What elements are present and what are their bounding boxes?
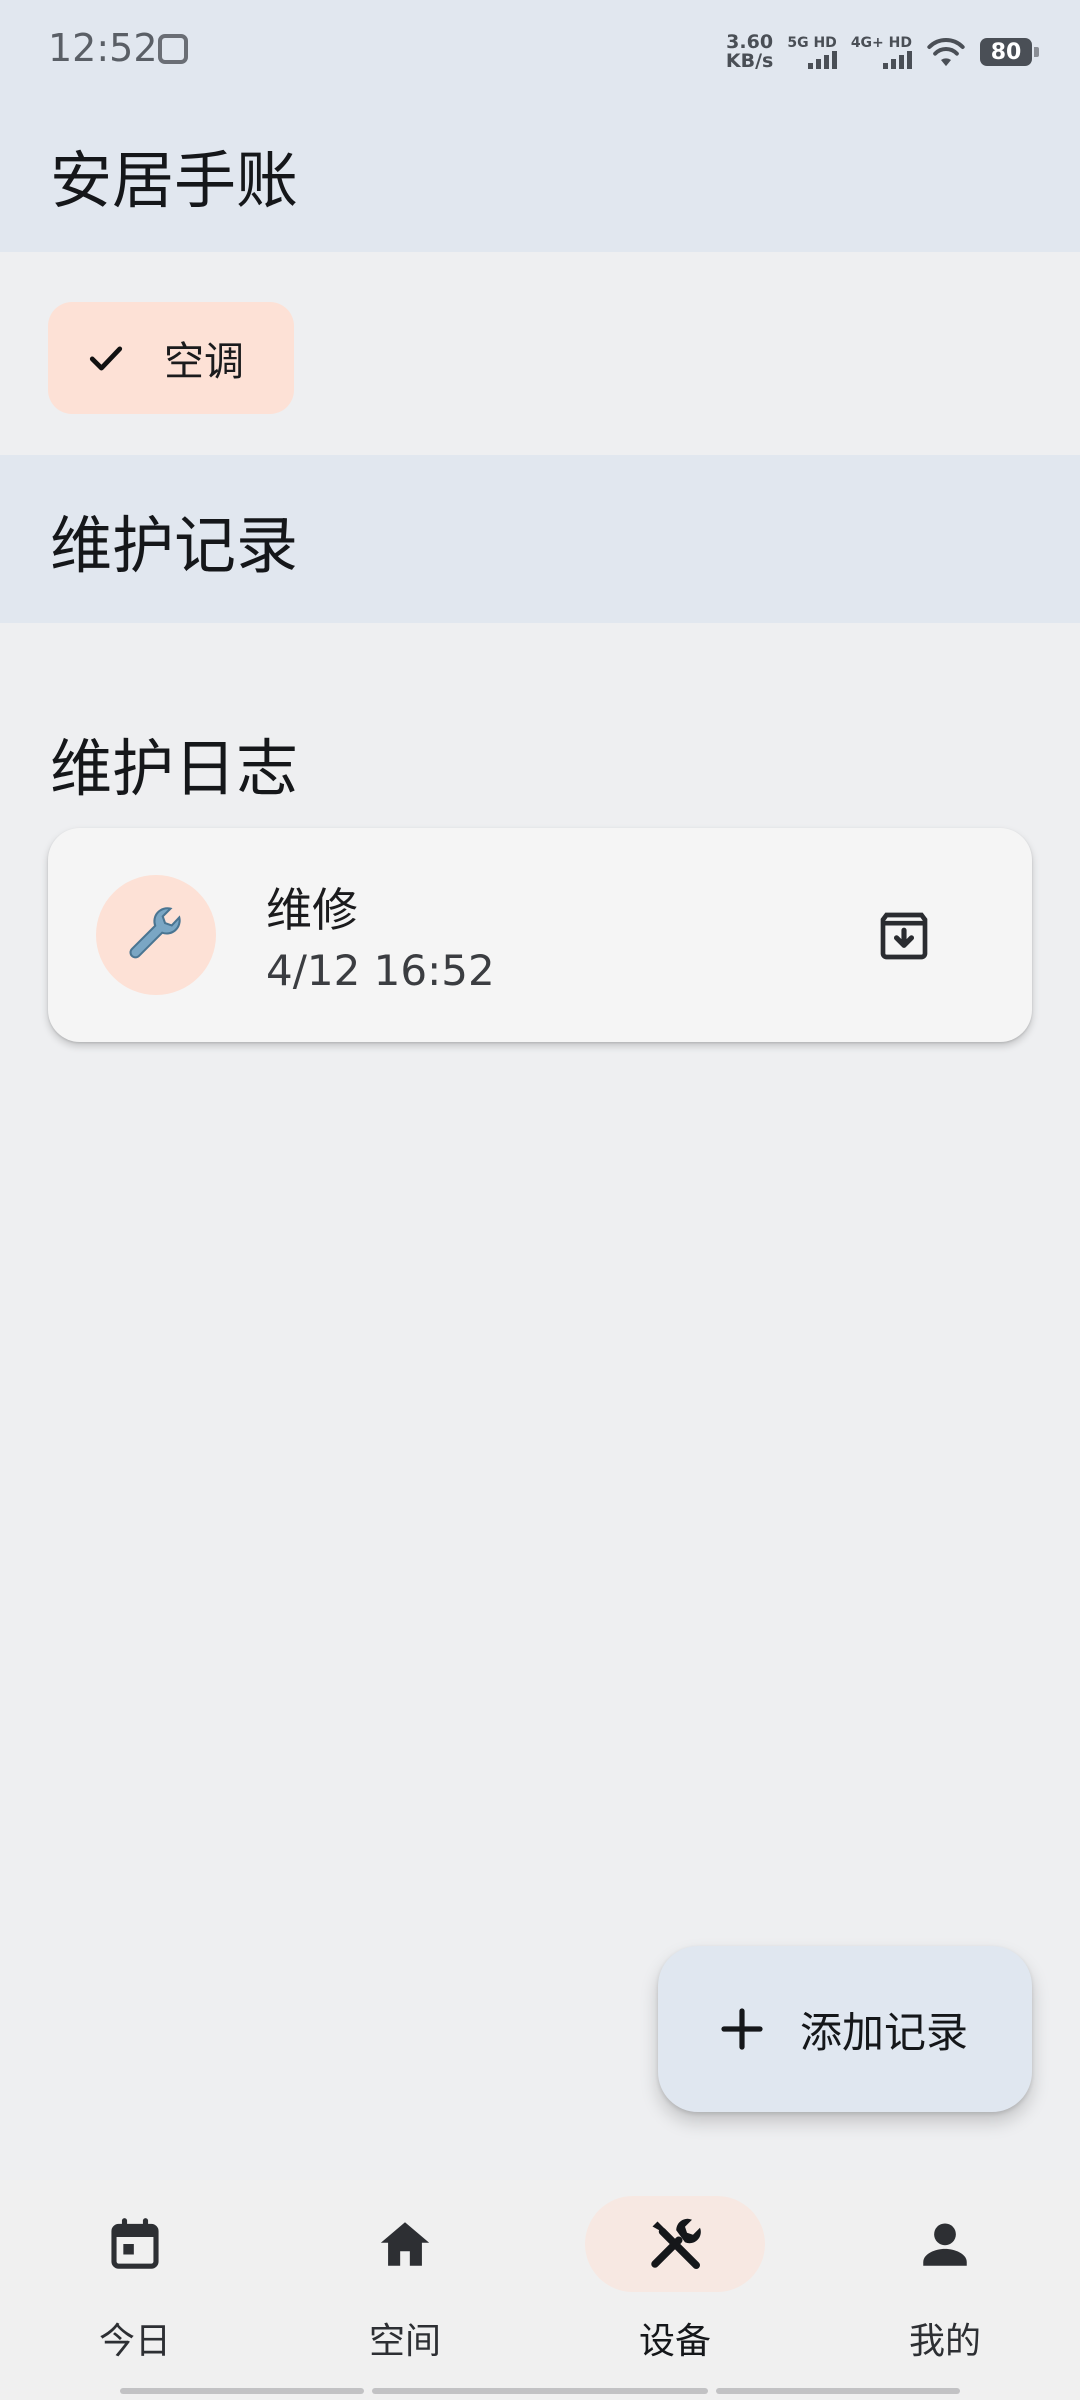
archive-icon[interactable] xyxy=(876,908,932,964)
check-icon xyxy=(89,346,123,371)
log-avatar xyxy=(96,875,216,995)
battery-icon: 80 xyxy=(980,38,1039,66)
gesture-handle-center xyxy=(372,2388,708,2394)
chip-label: 空调 xyxy=(164,339,244,385)
person-icon xyxy=(923,2223,967,2266)
nav-item-today[interactable]: 今日 xyxy=(0,2180,270,2370)
nav-item-mine[interactable]: 我的 xyxy=(810,2180,1080,2370)
gesture-handle-left xyxy=(120,2388,364,2394)
tools-icon xyxy=(651,2218,701,2269)
log-card[interactable]: 维修 4/12 16:52 xyxy=(48,828,1032,1042)
nav-label-space: 空间 xyxy=(368,2321,441,2362)
network-speed-unit: KB/s xyxy=(725,50,774,72)
app-header: 安居手账 xyxy=(0,100,1080,252)
home-icon xyxy=(380,2222,430,2266)
add-record-label: 添加记录 xyxy=(800,2007,969,2057)
network-speed: 3.60 KB/s xyxy=(726,33,773,71)
log-section-title: 维护日志 xyxy=(50,732,299,805)
log-item-title: 维修 xyxy=(266,883,358,937)
nav-item-space[interactable]: 空间 xyxy=(270,2180,540,2370)
device-filter-chip[interactable]: 空调 xyxy=(48,302,294,414)
status-bar: 12:52 3.60 KB/s 5G HD 4G+ HD 80 xyxy=(0,0,1080,100)
bottom-navigation: 今日 空间 设备 我的 xyxy=(0,2180,1080,2400)
wrench-icon xyxy=(129,907,181,959)
section-header: 维护记录 xyxy=(0,455,1080,623)
sim2-label: 4G+ HD xyxy=(850,35,912,51)
plus-icon xyxy=(721,2008,763,2050)
status-indicators: 3.60 KB/s 5G HD 4G+ HD 80 xyxy=(726,28,1039,76)
sim1-signal: 5G HD xyxy=(787,35,837,69)
sim1-label: 5G HD xyxy=(787,35,837,51)
app-notification-icon xyxy=(158,34,188,64)
nav-item-devices[interactable]: 设备 xyxy=(540,2180,810,2370)
section-title: 维护记录 xyxy=(50,509,299,582)
sim2-signal-icon xyxy=(883,51,912,69)
nav-label-today: 今日 xyxy=(98,2321,171,2362)
add-record-button[interactable]: 添加记录 xyxy=(658,1946,1032,2112)
status-time: 12:52 xyxy=(48,26,158,70)
calendar-icon xyxy=(111,2218,159,2269)
nav-label-devices: 设备 xyxy=(638,2321,711,2362)
sim1-signal-icon xyxy=(807,51,837,69)
sim2-signal: 4G+ HD xyxy=(851,35,912,69)
nav-label-mine: 我的 xyxy=(908,2321,981,2362)
wifi-icon xyxy=(927,38,965,67)
gesture-handle-right xyxy=(716,2388,960,2394)
battery-level: 80 xyxy=(990,39,1022,65)
page-title: 安居手账 xyxy=(50,144,299,217)
log-item-time: 4/12 16:52 xyxy=(266,946,495,995)
